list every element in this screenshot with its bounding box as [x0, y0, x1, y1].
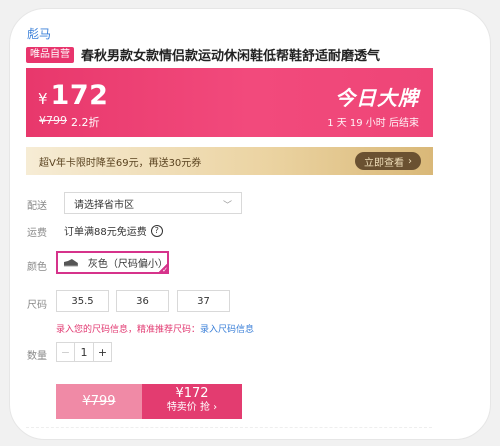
quantity-value[interactable]: 1: [75, 343, 93, 361]
size-label: 尺码: [27, 300, 47, 311]
buy-price: ¥172: [175, 386, 209, 401]
current-price: ¥ 172: [38, 80, 108, 111]
chevron-right-icon: ›: [408, 155, 412, 167]
deal-title: 今日大牌: [335, 86, 419, 110]
quantity-label: 数量: [27, 351, 47, 362]
product-card: 彪马 唯品自营 春秋男款女款情侣款运动休闲鞋低帮鞋舒适耐磨透气 ¥ 172 ¥7…: [9, 8, 491, 440]
region-select-value: 请选择省市区: [74, 199, 134, 211]
selected-check-icon: ✓: [157, 262, 169, 274]
price-banner: ¥ 172 ¥799 2.2折 今日大牌 1 天 19 小时 后结束: [26, 68, 433, 137]
product-title: 春秋男款女款情侣款运动休闲鞋低帮鞋舒适耐磨透气: [81, 49, 381, 64]
size-option-36[interactable]: 36: [116, 290, 169, 312]
delivery-label: 配送: [27, 201, 47, 212]
size-option-35-5[interactable]: 35.5: [56, 290, 109, 312]
quantity-stepper: − 1 +: [56, 342, 112, 362]
size-hint: 录入您的尺码信息，精准推荐尺码：录入尺码信息: [56, 322, 254, 335]
color-option-grey[interactable]: 灰色（尺码偏小） ✓: [56, 251, 169, 274]
shipping-info: 订单满88元免运费 ?: [64, 223, 163, 238]
shoe-thumbnail-icon: [63, 259, 78, 267]
brand-link[interactable]: 彪马: [27, 25, 51, 42]
self-operated-badge: 唯品自营: [26, 46, 74, 63]
original-price: ¥799: [39, 114, 67, 127]
countdown: 1 天 19 小时 后结束: [327, 118, 419, 129]
view-now-label: 立即查看: [364, 157, 404, 169]
size-hint-text: 录入您的尺码信息，精准推荐尺码：: [56, 325, 201, 335]
size-option-37[interactable]: 37: [177, 290, 230, 312]
coupon-bar: 超V年卡限时降至69元，再送30元券 立即查看 ›: [26, 147, 433, 175]
buy-now-button[interactable]: ¥172 特卖价 抢 ›: [142, 384, 242, 419]
enter-size-link[interactable]: 录入尺码信息: [200, 325, 254, 335]
divider: [26, 427, 432, 428]
color-option-label: 灰色（尺码偏小）: [87, 259, 168, 270]
region-select[interactable]: 请选择省市区 ﹀: [64, 192, 242, 214]
coupon-text: 超V年卡限时降至69元，再送30元券: [39, 157, 202, 169]
quantity-plus-button[interactable]: +: [93, 343, 111, 361]
current-price-value: 172: [50, 80, 109, 111]
shipping-text: 订单满88元免运费: [64, 227, 147, 238]
buy-action-label: 特卖价 抢 ›: [166, 402, 218, 413]
chevron-down-icon: ﹀: [222, 201, 232, 211]
original-price-button[interactable]: ¥799: [56, 384, 142, 419]
title-row: 唯品自营 春秋男款女款情侣款运动休闲鞋低帮鞋舒适耐磨透气: [26, 45, 380, 64]
price-sub: ¥799 2.2折: [39, 114, 100, 130]
currency-symbol: ¥: [38, 90, 48, 108]
view-now-button[interactable]: 立即查看 ›: [355, 152, 421, 170]
quantity-minus-button[interactable]: −: [57, 343, 75, 361]
discount-rate: 2.2折: [71, 116, 100, 129]
color-label: 颜色: [27, 262, 47, 273]
help-icon[interactable]: ?: [150, 224, 163, 237]
shipping-label: 运费: [27, 228, 47, 239]
